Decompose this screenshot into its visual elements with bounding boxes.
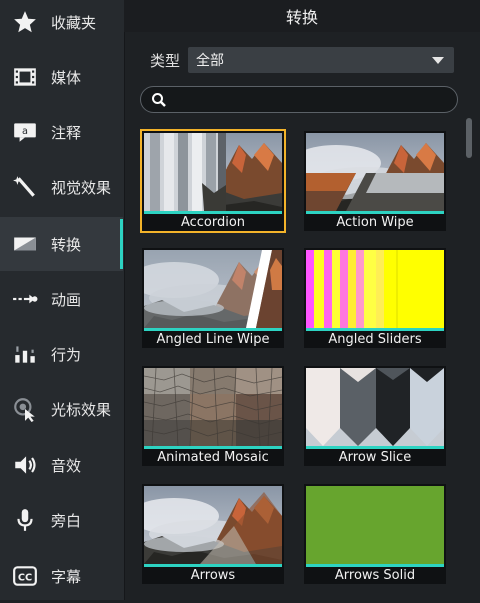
transition-tile-animated-mosaic[interactable]: Animated Mosaic bbox=[142, 366, 284, 466]
captions-icon: CC bbox=[12, 563, 38, 589]
tile-accent-bar bbox=[306, 211, 444, 214]
svg-text:a: a bbox=[22, 126, 28, 137]
transition-thumbnail bbox=[144, 250, 282, 328]
magic-wand-icon bbox=[12, 174, 38, 200]
transition-tile-action-wipe[interactable]: Action Wipe bbox=[304, 131, 446, 231]
film-icon bbox=[12, 64, 38, 90]
transition-label: Angled Sliders bbox=[328, 332, 422, 347]
sidebar-item-cursor-effects[interactable]: 光标效果 bbox=[0, 382, 123, 436]
type-label: 类型 bbox=[150, 51, 181, 70]
cursor-effect-icon bbox=[12, 396, 38, 422]
transition-icon bbox=[12, 231, 38, 257]
annotation-icon: a bbox=[12, 119, 38, 145]
transition-label: Accordion bbox=[180, 215, 246, 230]
type-dropdown[interactable]: 全部 bbox=[188, 47, 454, 73]
sidebar-item-visual-effects[interactable]: 视觉效果 bbox=[0, 160, 123, 214]
panel-title: 转换 bbox=[285, 8, 318, 27]
transition-label: Arrows Solid bbox=[334, 568, 416, 583]
sidebar-item-label: 行为 bbox=[51, 345, 82, 364]
sidebar-item-annotations[interactable]: a 注释 bbox=[0, 105, 123, 159]
panel-header: 转换 bbox=[124, 0, 480, 32]
sidebar-item-label: 转换 bbox=[51, 235, 82, 254]
sidebar-item-captions[interactable]: CC 字幕 bbox=[0, 549, 123, 603]
transition-tile-angled-line-wipe[interactable]: Angled Line Wipe bbox=[142, 248, 284, 348]
type-dropdown-value: 全部 bbox=[196, 53, 224, 69]
transition-label: Action Wipe bbox=[336, 215, 414, 230]
transition-label: Angled Line Wipe bbox=[156, 332, 270, 347]
sidebar-item-label: 视觉效果 bbox=[51, 178, 112, 197]
svg-text:CC: CC bbox=[18, 572, 32, 583]
search-input[interactable] bbox=[171, 89, 445, 111]
transition-tile-arrow-slice[interactable]: Arrow Slice bbox=[304, 366, 446, 466]
sidebar-item-label: 字幕 bbox=[51, 567, 82, 586]
transition-tile-arrows[interactable]: Arrows bbox=[142, 484, 284, 584]
tile-accent-bar bbox=[306, 564, 444, 567]
transition-label: Animated Mosaic bbox=[157, 450, 269, 465]
animation-arrow-icon bbox=[12, 286, 38, 312]
sidebar-item-label: 光标效果 bbox=[51, 400, 112, 419]
transition-thumbnail bbox=[144, 133, 282, 211]
sidebar: 收藏夹 媒体 a 注释 视觉效果 转换 动画 行为 光标效果 音效 旁白 CC … bbox=[0, 0, 125, 600]
tile-accent-bar bbox=[144, 564, 282, 567]
tile-accent-bar bbox=[144, 211, 282, 214]
sidebar-item-behaviors[interactable]: 行为 bbox=[0, 327, 123, 381]
sidebar-item-label: 注释 bbox=[51, 123, 82, 142]
sidebar-item-label: 旁白 bbox=[51, 511, 82, 530]
transition-tile-angled-sliders[interactable]: Angled Sliders bbox=[304, 248, 446, 348]
tile-accent-bar bbox=[144, 446, 282, 449]
transition-thumbnail bbox=[306, 250, 444, 328]
sidebar-item-favorites[interactable]: 收藏夹 bbox=[0, 0, 123, 49]
tile-accent-bar bbox=[306, 328, 444, 331]
chevron-down-icon bbox=[432, 57, 444, 64]
transition-thumbnail bbox=[306, 368, 444, 446]
tile-accent-bar bbox=[144, 328, 282, 331]
transition-thumbnail bbox=[306, 486, 444, 564]
sidebar-item-voice-narration[interactable]: 旁白 bbox=[0, 493, 123, 547]
behavior-icon bbox=[12, 341, 38, 367]
transition-tile-accordion[interactable]: Accordion bbox=[140, 129, 286, 233]
transitions-panel: 转换 类型 全部 Accordion Action Wipe Angled Li… bbox=[124, 0, 480, 600]
transition-thumbnail bbox=[144, 368, 282, 446]
type-filter: 类型 bbox=[150, 47, 180, 73]
speaker-icon bbox=[12, 452, 38, 478]
sidebar-item-label: 媒体 bbox=[51, 68, 82, 87]
sidebar-item-label: 收藏夹 bbox=[51, 13, 97, 32]
search-box[interactable] bbox=[140, 86, 458, 113]
sidebar-item-animations[interactable]: 动画 bbox=[0, 272, 123, 326]
sidebar-item-audio-effects[interactable]: 音效 bbox=[0, 438, 123, 492]
sidebar-item-label: 动画 bbox=[51, 290, 82, 309]
sidebar-item-label: 音效 bbox=[51, 456, 82, 475]
microphone-icon bbox=[12, 507, 38, 533]
search-icon bbox=[152, 93, 166, 107]
sidebar-item-media[interactable]: 媒体 bbox=[0, 50, 123, 104]
sidebar-item-transitions[interactable]: 转换 bbox=[0, 217, 123, 271]
transition-label: Arrows bbox=[190, 568, 236, 583]
tile-accent-bar bbox=[306, 446, 444, 449]
transition-label: Arrow Slice bbox=[338, 450, 412, 465]
star-icon bbox=[12, 9, 38, 35]
transition-thumbnail bbox=[306, 133, 444, 211]
scrollbar-thumb[interactable] bbox=[466, 118, 472, 158]
transition-tile-arrows-solid[interactable]: Arrows Solid bbox=[304, 484, 446, 584]
transition-thumbnail bbox=[144, 486, 282, 564]
